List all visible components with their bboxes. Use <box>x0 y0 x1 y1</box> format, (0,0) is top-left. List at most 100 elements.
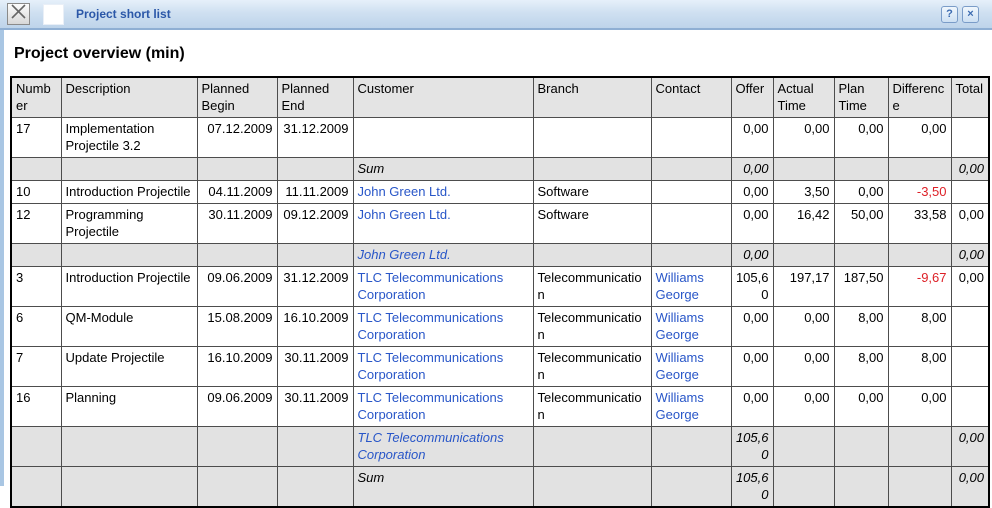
cell-description: QM-Module <box>61 307 197 347</box>
cell-actual-time: 0,00 <box>773 347 834 387</box>
cell-text: 105,60 <box>736 470 769 502</box>
cell-description <box>61 158 197 181</box>
cell-total: 0,00 <box>951 427 989 467</box>
cell-text: -9,67 <box>917 270 947 285</box>
cell-offer: 0,00 <box>731 158 773 181</box>
cell-text: 0,00 <box>858 390 883 405</box>
cell-text: 0,00 <box>804 310 829 325</box>
customer-link[interactable]: John Green Ltd. <box>358 207 451 222</box>
cell-actual-time: 0,00 <box>773 307 834 347</box>
cell-planned-end: 30.11.2009 <box>277 347 353 387</box>
column-header-difference: Difference <box>888 77 951 118</box>
close-panel-button[interactable] <box>7 3 30 25</box>
cell-customer: John Green Ltd. <box>353 181 533 204</box>
cell-actual-time <box>773 158 834 181</box>
header-row: NumberDescriptionPlanned BeginPlanned En… <box>11 77 989 118</box>
cell-text: 50,00 <box>851 207 884 222</box>
cell-text: 31.12.2009 <box>283 270 348 285</box>
cell-actual-time: 0,00 <box>773 387 834 427</box>
cell-text: 09.12.2009 <box>283 207 348 222</box>
cell-plan-time: 187,50 <box>834 267 888 307</box>
cell-text: 0,00 <box>743 390 768 405</box>
cell-text: 30.11.2009 <box>284 350 348 365</box>
table-row: 12Programming Projectile30.11.200909.12.… <box>11 204 989 244</box>
cell-total: 0,00 <box>951 204 989 244</box>
contact-link[interactable]: Williams George <box>656 310 704 342</box>
cell-planned-begin: 07.12.2009 <box>197 118 277 158</box>
cell-plan-time: 50,00 <box>834 204 888 244</box>
customer-link[interactable]: TLC Telecommunications Corporation <box>358 270 504 302</box>
cell-planned-end <box>277 427 353 467</box>
customer-link[interactable]: TLC Telecommunications Corporation <box>358 350 504 382</box>
cell-planned-begin: 09.06.2009 <box>197 267 277 307</box>
cell-text: 04.11.2009 <box>208 184 272 199</box>
cell-text: 09.06.2009 <box>207 390 272 405</box>
cell-text: 8,00 <box>858 350 883 365</box>
sum-row: Sum105,600,00 <box>11 467 989 508</box>
cell-customer: TLC Telecommunications Corporation <box>353 387 533 427</box>
cell-contact <box>651 427 731 467</box>
cell-difference <box>888 158 951 181</box>
table-row: 10Introduction Projectile04.11.200911.11… <box>11 181 989 204</box>
cell-contact <box>651 467 731 508</box>
window-titlebar: Project short list ? × <box>0 0 992 30</box>
cell-branch: Telecommunication <box>533 387 651 427</box>
column-header-customer: Customer <box>353 77 533 118</box>
customer-link[interactable]: TLC Telecommunications Corporation <box>358 430 504 462</box>
cell-branch: Telecommunication <box>533 307 651 347</box>
cell-text: 0,00 <box>921 121 946 136</box>
table-row: 3Introduction Projectile09.06.200931.12.… <box>11 267 989 307</box>
cell-text: Sum <box>358 161 385 176</box>
cell-planned-begin <box>197 467 277 508</box>
cell-text: 0,00 <box>743 350 768 365</box>
cell-plan-time <box>834 244 888 267</box>
cell-text: 105,60 <box>736 270 769 302</box>
contact-link[interactable]: Williams George <box>656 390 704 422</box>
cell-text: 16.10.2009 <box>207 350 272 365</box>
customer-link[interactable]: John Green Ltd. <box>358 184 451 199</box>
cell-text: Implementation Projectile 3.2 <box>66 121 155 153</box>
customer-link[interactable]: TLC Telecommunications Corporation <box>358 310 504 342</box>
cell-text: 0,00 <box>743 207 768 222</box>
cell-number: 12 <box>11 204 61 244</box>
contact-link[interactable]: Williams George <box>656 350 704 382</box>
cell-description: Planning <box>61 387 197 427</box>
cell-text: 0,00 <box>743 184 768 199</box>
cell-contact <box>651 118 731 158</box>
page-title: Project overview (min) <box>14 45 992 63</box>
contact-link[interactable]: Williams George <box>656 270 704 302</box>
select-checkbox[interactable] <box>43 4 64 25</box>
cell-planned-end: 16.10.2009 <box>277 307 353 347</box>
cell-branch <box>533 467 651 508</box>
cell-branch: Software <box>533 181 651 204</box>
titlebar-actions: ? × <box>941 6 992 23</box>
cell-number <box>11 427 61 467</box>
cell-offer: 0,00 <box>731 204 773 244</box>
cell-description: Implementation Projectile 3.2 <box>61 118 197 158</box>
customer-link[interactable]: TLC Telecommunications Corporation <box>358 390 504 422</box>
cell-text: Programming Projectile <box>66 207 144 239</box>
cell-text: 10 <box>16 184 30 199</box>
cell-text: 16,42 <box>797 207 830 222</box>
cell-number: 6 <box>11 307 61 347</box>
cell-planned-begin: 15.08.2009 <box>197 307 277 347</box>
cell-text: 09.06.2009 <box>207 270 272 285</box>
cell-text: 7 <box>16 350 23 365</box>
cell-planned-end: 09.12.2009 <box>277 204 353 244</box>
cell-offer: 105,60 <box>731 467 773 508</box>
cell-plan-time <box>834 158 888 181</box>
help-icon[interactable]: ? <box>941 6 958 23</box>
cell-difference: 8,00 <box>888 307 951 347</box>
cell-description <box>61 467 197 508</box>
cell-branch: Telecommunication <box>533 347 651 387</box>
cell-text: Introduction Projectile <box>66 270 191 285</box>
cell-difference: 8,00 <box>888 347 951 387</box>
cell-customer: TLC Telecommunications Corporation <box>353 347 533 387</box>
customer-link[interactable]: John Green Ltd. <box>358 247 451 262</box>
close-icon[interactable]: × <box>962 6 979 23</box>
cell-text: 8,00 <box>858 310 883 325</box>
cell-difference: -3,50 <box>888 181 951 204</box>
table-row: 16Planning09.06.200930.11.2009TLC Teleco… <box>11 387 989 427</box>
cell-offer: 0,00 <box>731 244 773 267</box>
cell-plan-time <box>834 427 888 467</box>
